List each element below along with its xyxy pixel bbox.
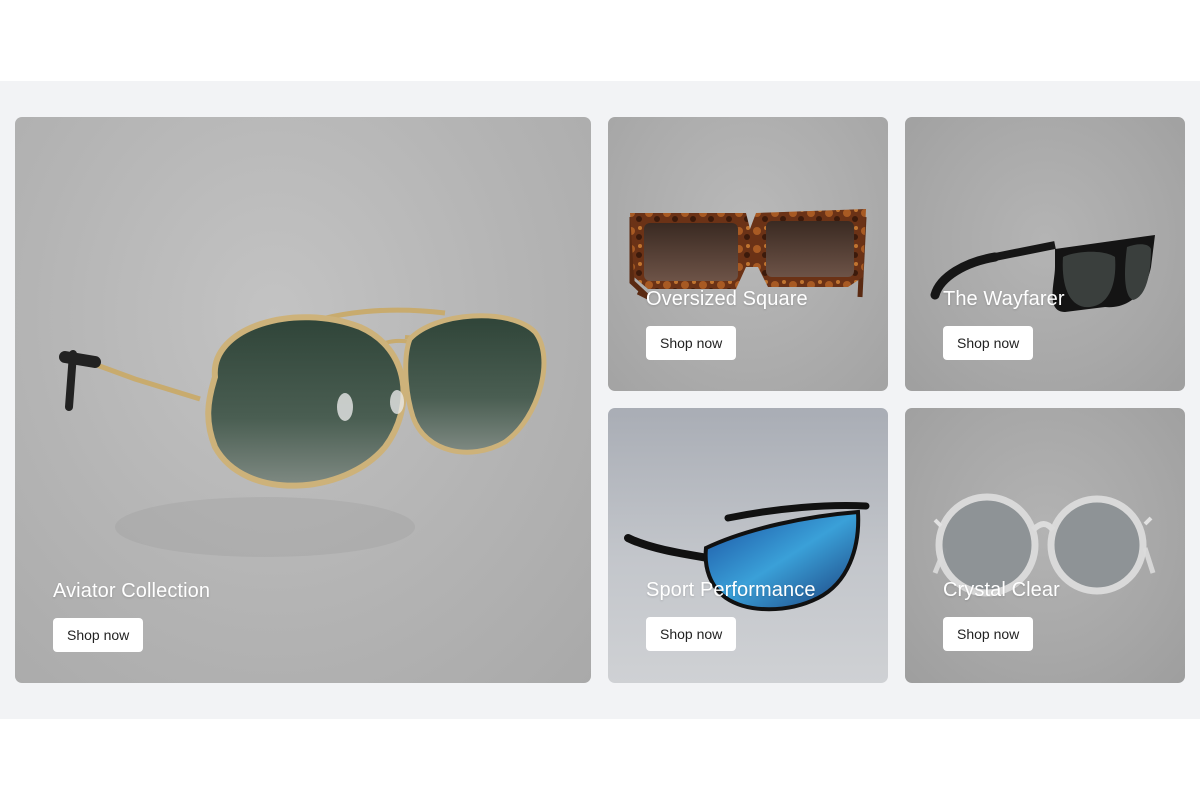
shop-now-button[interactable]: Shop now (943, 617, 1034, 651)
shop-now-button[interactable]: Shop now (646, 617, 737, 651)
product-card-wayfarer[interactable]: The Wayfarer Shop now (905, 117, 1185, 391)
product-card-oversized-square[interactable]: Oversized Square Shop now (608, 117, 888, 391)
product-title: The Wayfarer (943, 288, 1065, 310)
product-title: Sport Performance (646, 579, 816, 601)
product-title: Aviator Collection (53, 580, 211, 602)
product-title: Crystal Clear (943, 579, 1060, 601)
shop-now-button[interactable]: Shop now (646, 326, 737, 360)
shop-now-button[interactable]: Shop now (53, 618, 144, 652)
shop-now-button[interactable]: Shop now (943, 326, 1034, 360)
product-card-sport-performance[interactable]: Sport Performance Shop now (608, 408, 888, 683)
product-title: Oversized Square (646, 288, 808, 310)
product-card-aviator[interactable]: Aviator Collection Shop now (15, 117, 591, 683)
product-card-crystal-clear[interactable]: Crystal Clear Shop now (905, 408, 1185, 683)
